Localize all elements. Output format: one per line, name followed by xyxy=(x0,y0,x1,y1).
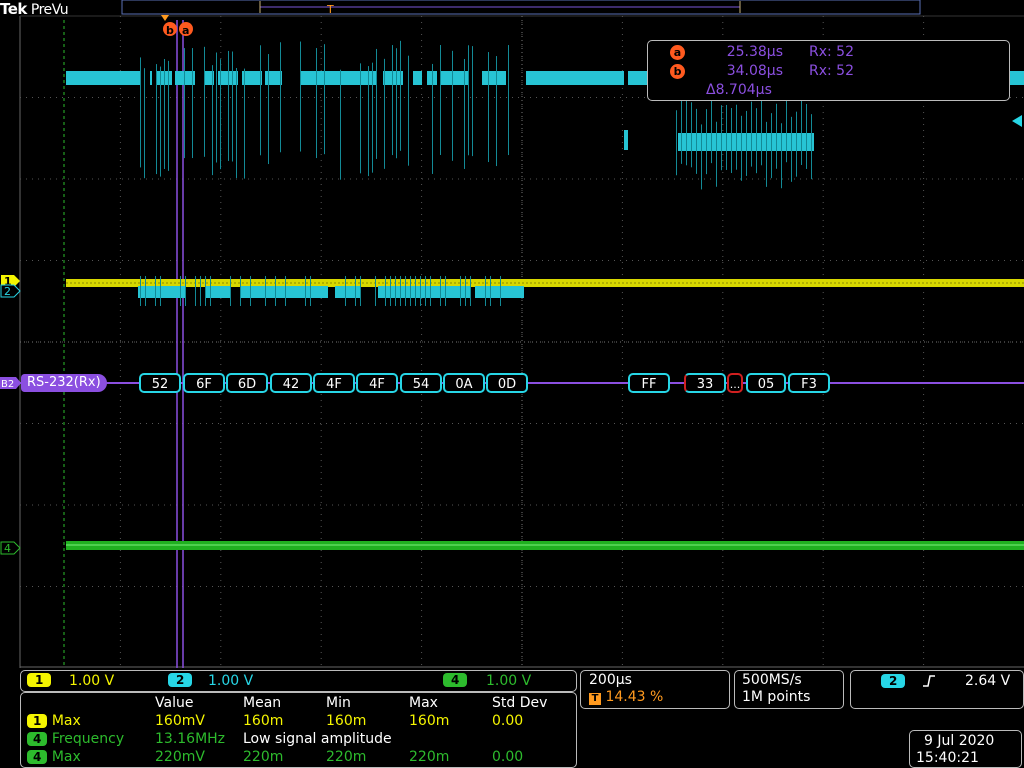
rising-edge-icon xyxy=(921,674,937,688)
bus-byte[interactable]: 6D xyxy=(226,373,268,393)
graticule xyxy=(20,16,1024,668)
ch4-marker[interactable]: 4 xyxy=(1,542,20,555)
timebase-scale: 200µs xyxy=(589,672,632,688)
trigger-level-marker[interactable] xyxy=(1012,115,1022,127)
cursor-readout[interactable]: a 25.38µs Rx: 52 b 34.08µs Rx: 52 Δ8.704µs xyxy=(647,40,1010,101)
cursor-a-badge: a xyxy=(670,45,685,60)
svg-text:B2: B2 xyxy=(1,379,14,390)
trigger-position-icon: T xyxy=(589,693,601,705)
sample-rate: 500MS/s xyxy=(742,672,802,688)
measurement-warning: Low signal amplitude xyxy=(239,730,551,748)
datetime-panel: 9 Jul 2020 15:40:21 xyxy=(909,730,1022,768)
bus-byte[interactable]: 54 xyxy=(400,373,442,393)
svg-text:b: b xyxy=(166,24,174,37)
svg-text:2: 2 xyxy=(4,285,11,298)
cursor-b-value: Rx: 52 xyxy=(809,63,854,79)
cursor-a-row: a 25.38µs Rx: 52 xyxy=(670,44,854,60)
svg-text:a: a xyxy=(182,24,189,37)
measurement-row[interactable]: 1 Max 160mV 160m 160m 160m 0.00 xyxy=(23,712,551,730)
bus-byte[interactable]: 6F xyxy=(183,373,225,393)
measurement-row[interactable]: 4 Frequency 13.16MHz Low signal amplitud… xyxy=(23,730,551,748)
measurement-row[interactable]: 4 Max 220mV 220m 220m 220m 0.00 xyxy=(23,748,551,766)
bus-b2-marker[interactable]: B2 xyxy=(0,377,21,390)
bus-label[interactable]: RS-232(Rx) xyxy=(21,374,107,392)
bus-byte[interactable]: 0D xyxy=(486,373,528,393)
bus-byte[interactable]: 4F xyxy=(313,373,355,393)
ch2-scale[interactable]: 1.00 V xyxy=(208,673,253,689)
record-trigger-marker: T xyxy=(326,3,334,16)
bus-byte[interactable]: 42 xyxy=(270,373,312,393)
ch4-scale[interactable]: 1.00 V xyxy=(486,673,531,689)
bus-byte[interactable]: 05 xyxy=(746,373,786,393)
bus-byte[interactable]: 0A xyxy=(443,373,485,393)
bus-byte[interactable]: FF xyxy=(628,373,670,393)
trigger-position: T 14.43 % xyxy=(589,689,663,705)
ch1-scale[interactable]: 1.00 V xyxy=(69,673,114,689)
record-length: 1M points xyxy=(742,689,810,705)
acquisition-panel[interactable]: 500MS/s 1M points xyxy=(734,670,844,709)
trigger-source-chip: 2 xyxy=(881,674,905,688)
svg-text:4: 4 xyxy=(4,542,11,555)
cursor-b-badge: b xyxy=(670,64,685,79)
cursor-a-time: 25.38µs xyxy=(691,44,783,60)
bus-byte[interactable]: 4F xyxy=(356,373,398,393)
acquisition-mode: PreVu xyxy=(31,2,68,18)
measurement-header: Value Mean Min Max Std Dev xyxy=(23,694,551,712)
ch1-chip[interactable]: 1 xyxy=(27,673,51,687)
bus-byte[interactable]: 33 xyxy=(684,373,726,393)
trigger-panel[interactable]: 2 2.64 V xyxy=(850,670,1024,709)
timebase-panel[interactable]: 200µs T 14.43 % xyxy=(580,670,730,709)
measurement-table[interactable]: Value Mean Min Max Std Dev 1 Max 160mV 1… xyxy=(20,692,577,768)
channel-scale-bar[interactable]: 1 1.00 V 2 1.00 V 4 1.00 V xyxy=(20,670,577,692)
cursor-delta: Δ8.704µs xyxy=(706,82,772,98)
bus-byte[interactable]: ... xyxy=(727,373,743,393)
date: 9 Jul 2020 xyxy=(924,733,994,749)
brand-logo: Tek PreVu xyxy=(0,0,68,18)
ch2-marker[interactable]: 2 xyxy=(1,285,20,298)
ch2-chip[interactable]: 2 xyxy=(168,673,192,687)
ch1-waveform xyxy=(66,279,1024,287)
cursor-a-value: Rx: 52 xyxy=(809,44,854,60)
time: 15:40:21 xyxy=(916,750,979,766)
trigger-level: 2.64 V xyxy=(965,673,1010,689)
cursor-b-row: b 34.08µs Rx: 52 xyxy=(670,63,854,79)
cursor-b-time: 34.08µs xyxy=(691,63,783,79)
bus-byte[interactable]: F3 xyxy=(788,373,830,393)
bus-byte[interactable]: 52 xyxy=(139,373,181,393)
ch4-chip[interactable]: 4 xyxy=(443,673,467,687)
